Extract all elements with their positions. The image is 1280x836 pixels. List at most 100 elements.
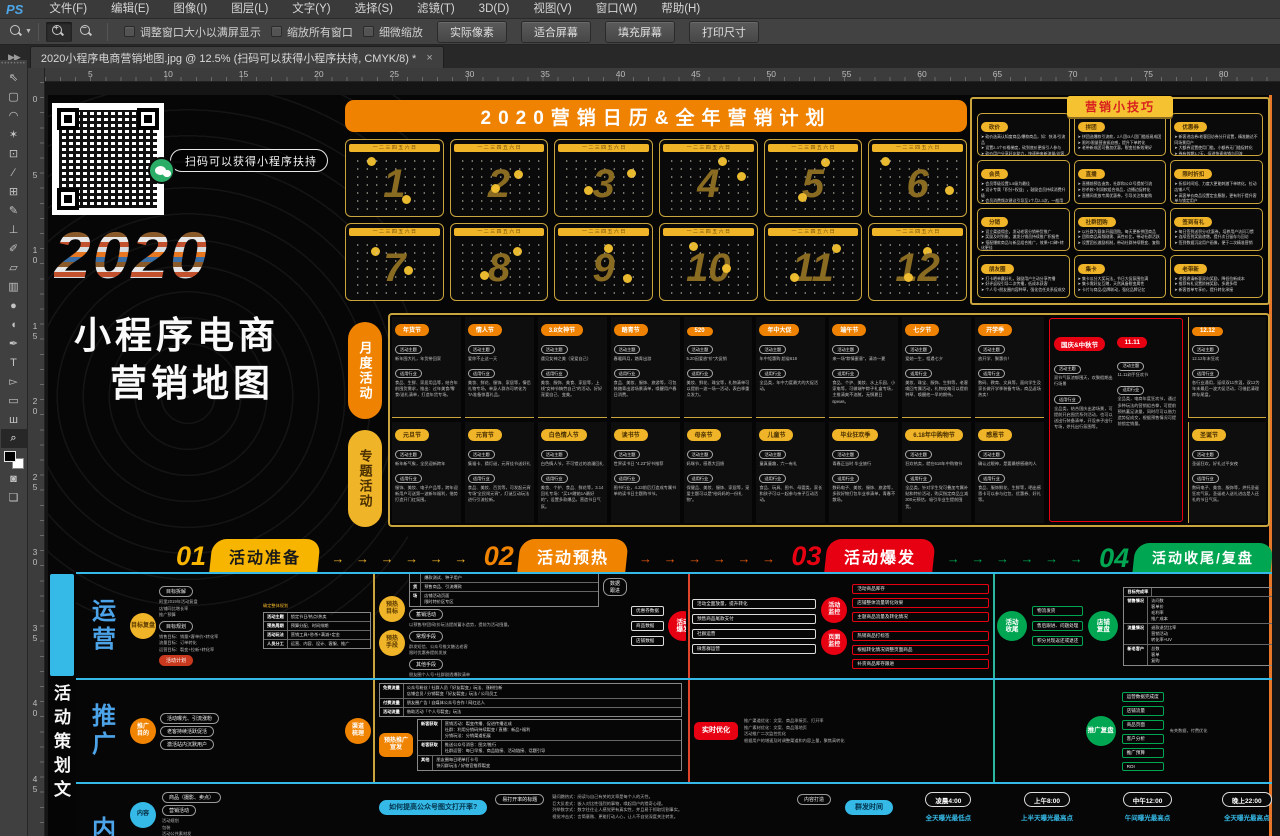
tip-card: 签到有礼 ➤ 每日签到送积分/优惠券，培养用户访问习惯 ➤ 连续签到奖励递增，提…	[1170, 208, 1263, 251]
theme-text: 爱你不止这一天	[468, 356, 531, 362]
special-activity-card: 感恩节 活动主题 确认过眼神，是要最想感谢的人 适用行业 食品、服饰鲜花、生鲜等…	[975, 422, 1044, 523]
zoom-tool-icon[interactable]	[10, 25, 23, 38]
menu-item[interactable]: 视图(V)	[521, 0, 583, 19]
time-pill: 上午8:00	[1024, 792, 1070, 807]
zoom-tool-icon[interactable]: ⌕	[1, 429, 27, 448]
fit-screen-button[interactable]: 适合屏幕	[521, 21, 591, 43]
quick-mask-icon[interactable]: ◙	[1, 469, 27, 488]
hand-tool-icon[interactable]: ш	[1, 410, 27, 429]
ruler-number: 25	[390, 68, 465, 81]
theme-text: 白色情人节，不可错过的浪漫回礼	[541, 461, 604, 467]
path-select-tool-icon[interactable]: ▻	[1, 372, 27, 391]
chevron-down-icon[interactable]: ▼	[25, 28, 32, 35]
zoom-all-windows-checkbox[interactable]	[271, 26, 282, 37]
tip-title: 分销	[981, 217, 1008, 227]
menu-item[interactable]: 3D(D)	[467, 0, 522, 19]
monthly-activity-card: 踏青节 活动主题 春暖四月，踏青出游 适用行业 食品、美妆、服饰、旅游等，可包装…	[611, 317, 680, 418]
qr-code	[52, 103, 164, 215]
weekday-header: 一 二 三 四 五 六 日	[558, 144, 649, 152]
document-tab[interactable]: 2020小程序电商营销地图.jpg @ 12.5% (扫码可以获得小程序扶持, …	[30, 46, 444, 68]
menu-item[interactable]: 窗口(W)	[584, 0, 650, 19]
special-activity-card: 毕业狂欢季 活动主题 青春正当时 毕业旅行 适用行业 数码电子、美妆、服饰、旅游…	[829, 422, 898, 523]
title-style-lines: 疑问蹭热式：阅读与自己有关的文章是每个人的天性。 巨大反差式：嵌入对比性强烈的事…	[552, 794, 789, 820]
holiday-name: 毕业狂欢季	[832, 429, 878, 441]
zoom-out-button[interactable]: −	[74, 22, 100, 42]
healing-brush-tool-icon[interactable]: ⊞	[1, 182, 27, 201]
send-time-item: 上午8:00 上半天曝光最高点	[1021, 792, 1073, 822]
screen-mode-icon[interactable]: ❏	[1, 488, 27, 507]
close-tab-icon[interactable]: ×	[426, 52, 432, 64]
store-review-table: 目标完成率 销售情况 访问数 客单价 毛利率 推广成本	[1123, 587, 1272, 666]
industry-text: 食品、玩具、图书、母婴类，家长和孩子可以一起参与亲子互动活动。	[759, 485, 822, 504]
phase-arrow-icon: → → → → → →	[319, 551, 484, 572]
industry-text: 数码、教育、文具等，面向学生及家长做开学季装备专场，商品返场热卖！	[978, 380, 1041, 399]
tip-bullets: ➤ 直播前预告造势，社群和公众号提前引流 ➤ 秒杀款+利润款组合排品，边播边促转…	[1078, 181, 1163, 198]
holiday-name: 圣诞节	[1192, 429, 1226, 441]
ruler-number: 5	[88, 68, 163, 81]
actual-pixels-button[interactable]: 实际像素	[437, 21, 507, 43]
menu-item[interactable]: 图像(I)	[161, 0, 219, 19]
brush-tool-icon[interactable]: ✎	[1, 201, 27, 220]
send-times: 凌晨4:00 全天曝光最低点 上午8:00 上半天曝光最高点	[903, 792, 1272, 822]
holiday-name: 端午节	[832, 324, 866, 336]
promo-review-boxes: 运营数据完成度店铺流量商品页面客户分析推广预算ROI	[1122, 690, 1164, 772]
menu-item[interactable]: 图层(L)	[219, 0, 280, 19]
scrubby-zoom-checkbox[interactable]	[363, 26, 374, 37]
history-brush-tool-icon[interactable]: ✐	[1, 239, 27, 258]
resize-windows-checkbox[interactable]	[124, 26, 135, 37]
month-number: 9	[555, 236, 652, 300]
menu-item[interactable]: 帮助(H)	[649, 0, 712, 19]
foreground-color-swatch[interactable]	[4, 451, 16, 462]
move-tool-icon[interactable]: ⇖	[1, 68, 27, 87]
shape-tool-icon[interactable]: ▭	[1, 391, 27, 410]
type-tool-icon[interactable]: T	[1, 353, 27, 372]
lasso-tool-icon[interactable]: ◠	[1, 106, 27, 125]
other-method-node: 其他手段	[409, 659, 443, 670]
ruler-number: 20	[314, 68, 389, 81]
menu-item[interactable]: 文字(Y)	[280, 0, 342, 19]
marquee-tool-icon[interactable]: ▢	[1, 87, 27, 106]
vertical-ruler[interactable]: 051015202530354045	[28, 82, 45, 836]
ruler-number: 10	[163, 68, 238, 81]
phase-bar: 01 活动准备 → → → → → → 02 活动预热 → → → → → → …	[48, 538, 1272, 572]
horizontal-ruler[interactable]: 5101520253035404550556065707580	[45, 68, 1280, 82]
menu-item[interactable]: 滤镜(T)	[405, 0, 467, 19]
document-canvas[interactable]: 扫码可以获得小程序扶持 2020 小程序电商 营销地图 2020营销日历&全年营…	[45, 82, 1280, 836]
theme-text: 新年新气象，全民迎新跨年	[395, 461, 458, 467]
crop-tool-icon[interactable]: ⊡	[1, 144, 27, 163]
color-swatches[interactable]	[4, 451, 24, 469]
holiday-name: 元旦节	[395, 429, 429, 441]
menu-item[interactable]: 选择(S)	[343, 0, 405, 19]
magic-wand-tool-icon[interactable]: ✶	[1, 125, 27, 144]
pen-tool-icon[interactable]: ✒	[1, 334, 27, 353]
panel-grip[interactable]: ••••••••	[1, 60, 26, 68]
blur-tool-icon[interactable]: ●	[1, 296, 27, 315]
industry-tag: 适用行业	[395, 369, 422, 378]
wechat-icon	[148, 157, 175, 184]
eyedropper-tool-icon[interactable]: ∕	[1, 163, 27, 182]
print-size-button[interactable]: 打印尺寸	[689, 21, 759, 43]
weekday-header: 一 二 三 四 五 六 日	[558, 228, 649, 236]
send-time-node: 群发时间	[845, 800, 893, 815]
eraser-tool-icon[interactable]: ▱	[1, 258, 27, 277]
presale-activity-lines: 以预售/拼团/砍价玩法提前蓄水造势，提前为活动囤量。	[409, 622, 599, 629]
zoom-in-button[interactable]: +	[46, 22, 72, 42]
holiday-name: 元宵节	[468, 429, 502, 441]
warmup-goal-node: 预热 目标	[379, 596, 405, 622]
closing-box: 物流发货	[1032, 606, 1083, 616]
closing-box: 售后跟进、问题处理	[1032, 621, 1083, 631]
table-row: 人 执行客服、商品专员 爆款测试、种子用户	[410, 574, 598, 582]
clone-stamp-tool-icon[interactable]: ⊥	[1, 220, 27, 239]
menu-item[interactable]: 编辑(E)	[99, 0, 161, 19]
fill-screen-button[interactable]: 填充屏幕	[605, 21, 675, 43]
data-box: 商品数据	[631, 621, 664, 631]
industry-text: 各行业通用，延续双11余温，双12为年末最后一波大促活动，可借此清理库存尾盘。	[1192, 380, 1263, 399]
tips-grid: 砍价 ➤ 砍价选高认知度商品/爆款商品，如：快消/引流品 ➤ 设置2-3个价格梯…	[977, 113, 1263, 298]
table-row: 免费流量 公众号粉丝 / 社群人员「好友裂变」玩法、涨粉拉新 店铺会员 / 分销…	[380, 684, 681, 698]
menu-item[interactable]: 文件(F)	[37, 0, 99, 19]
activity-plan-node: 活动计划	[159, 655, 193, 666]
gradient-tool-icon[interactable]: ▥	[1, 277, 27, 296]
tip-card: 会员 ➤ 会员等级设置3-5级为最佳 ➤ 设计专属「积分+权益」，鼓励会员持续消…	[977, 160, 1070, 203]
dodge-tool-icon[interactable]: ◖	[1, 315, 27, 334]
industry-tag: 适用行业	[468, 369, 495, 378]
